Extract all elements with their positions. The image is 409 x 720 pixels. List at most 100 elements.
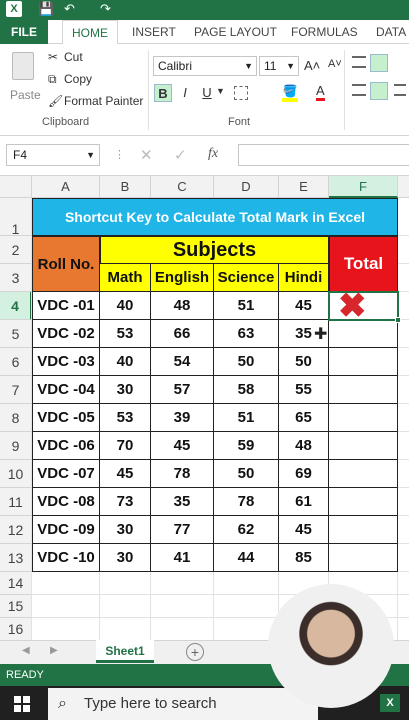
- mark-cell[interactable]: 30: [100, 516, 151, 544]
- mark-cell[interactable]: 50: [214, 460, 279, 488]
- row-header-6[interactable]: 6: [0, 348, 32, 376]
- column-header-d[interactable]: D: [214, 176, 279, 198]
- mark-cell[interactable]: 55: [279, 376, 329, 404]
- format-painter-button[interactable]: Format Painter: [64, 94, 143, 108]
- cut-button[interactable]: Cut: [64, 50, 83, 64]
- total-cell[interactable]: [329, 488, 398, 516]
- mark-cell[interactable]: 45: [100, 460, 151, 488]
- select-all-corner[interactable]: [0, 176, 32, 198]
- mark-cell[interactable]: 63: [214, 320, 279, 348]
- font-color-icon[interactable]: A: [316, 84, 325, 101]
- mark-cell[interactable]: 70: [100, 432, 151, 460]
- align-center-icon[interactable]: [370, 82, 388, 100]
- roll-number-cell[interactable]: VDC -07: [32, 460, 100, 488]
- mark-cell[interactable]: 53: [100, 404, 151, 432]
- roll-number-cell[interactable]: VDC -09: [32, 516, 100, 544]
- mark-cell[interactable]: 51: [214, 292, 279, 320]
- row-header-14[interactable]: 14: [0, 572, 32, 595]
- row-header-2[interactable]: 2: [0, 236, 32, 264]
- mark-cell[interactable]: 78: [214, 488, 279, 516]
- row-header-16[interactable]: 16: [0, 618, 32, 640]
- roll-number-cell[interactable]: VDC -03: [32, 348, 100, 376]
- taskbar-excel-icon[interactable]: X: [380, 694, 400, 712]
- bold-button[interactable]: B: [154, 84, 172, 102]
- mark-cell[interactable]: 69: [279, 460, 329, 488]
- taskbar-search[interactable]: ⌕ Type here to search: [48, 688, 318, 720]
- row-header-13[interactable]: 13: [0, 544, 32, 572]
- insert-function-icon[interactable]: fx: [208, 146, 218, 162]
- total-cell[interactable]: [329, 404, 398, 432]
- formula-input[interactable]: [238, 144, 409, 166]
- roll-number-cell[interactable]: VDC -04: [32, 376, 100, 404]
- align-right-icon[interactable]: [394, 84, 406, 96]
- mark-cell[interactable]: 50: [214, 348, 279, 376]
- mark-cell[interactable]: 41: [151, 544, 214, 572]
- sheet-tab-sheet1[interactable]: Sheet1: [96, 640, 154, 663]
- roll-number-cell[interactable]: VDC -06: [32, 432, 100, 460]
- shrink-font-icon[interactable]: A˅: [328, 58, 342, 70]
- row-header-15[interactable]: 15: [0, 595, 32, 618]
- mark-cell[interactable]: 61: [279, 488, 329, 516]
- align-middle-icon[interactable]: [370, 54, 388, 72]
- copy-button[interactable]: Copy: [64, 72, 92, 86]
- column-header-c[interactable]: C: [151, 176, 214, 198]
- undo-icon[interactable]: ↶: [64, 0, 75, 18]
- name-box[interactable]: F4 ▼: [6, 144, 100, 166]
- tab-home[interactable]: HOME: [62, 20, 118, 45]
- roll-number-cell[interactable]: VDC -01: [32, 292, 100, 320]
- mark-cell[interactable]: 48: [151, 292, 214, 320]
- align-top-icon[interactable]: [352, 56, 366, 68]
- mark-cell[interactable]: 62: [214, 516, 279, 544]
- row-header-9[interactable]: 9: [0, 432, 32, 460]
- roll-number-cell[interactable]: VDC -10: [32, 544, 100, 572]
- row-header-12[interactable]: 12: [0, 516, 32, 544]
- column-header-f[interactable]: F: [329, 176, 398, 198]
- enter-icon[interactable]: ✓: [174, 146, 187, 164]
- scroll-left-icon[interactable]: ◀: [22, 645, 30, 656]
- total-cell[interactable]: [329, 460, 398, 488]
- mark-cell[interactable]: 59: [214, 432, 279, 460]
- column-header-g[interactable]: [398, 176, 409, 198]
- fill-handle[interactable]: [395, 317, 401, 323]
- italic-button[interactable]: I: [176, 84, 194, 102]
- save-icon[interactable]: 💾: [38, 0, 54, 18]
- row-header-10[interactable]: 10: [0, 460, 32, 488]
- mark-cell[interactable]: 48: [279, 432, 329, 460]
- total-cell[interactable]: [329, 516, 398, 544]
- cancel-icon[interactable]: ✕: [140, 146, 153, 164]
- row-header-3[interactable]: 3: [0, 264, 32, 292]
- mark-cell[interactable]: 77: [151, 516, 214, 544]
- font-size-select[interactable]: 11 ▼: [259, 56, 299, 76]
- row-header-1[interactable]: 1: [0, 198, 32, 237]
- mark-cell[interactable]: 30: [100, 544, 151, 572]
- align-left-icon[interactable]: [352, 84, 366, 96]
- mark-cell[interactable]: 85: [279, 544, 329, 572]
- row-header-8[interactable]: 8: [0, 404, 32, 432]
- mark-cell[interactable]: 30: [100, 376, 151, 404]
- tab-page-layout[interactable]: PAGE LAYOUT: [194, 20, 277, 44]
- mark-cell[interactable]: 45: [279, 516, 329, 544]
- underline-button[interactable]: U: [198, 84, 216, 102]
- fill-color-icon[interactable]: 🪣: [282, 84, 298, 102]
- mark-cell[interactable]: 65: [279, 404, 329, 432]
- grow-font-icon[interactable]: A˄: [304, 58, 320, 73]
- scroll-right-icon[interactable]: ▶: [50, 645, 58, 656]
- mark-cell[interactable]: 54: [151, 348, 214, 376]
- mark-cell[interactable]: 40: [100, 348, 151, 376]
- active-cell-f4[interactable]: ✖: [328, 289, 401, 323]
- column-header-b[interactable]: B: [100, 176, 151, 198]
- total-cell[interactable]: [329, 376, 398, 404]
- mark-cell[interactable]: 58: [214, 376, 279, 404]
- row-header-11[interactable]: 11: [0, 488, 32, 516]
- add-sheet-icon[interactable]: +: [186, 643, 204, 661]
- mark-cell[interactable]: 66: [151, 320, 214, 348]
- mark-cell[interactable]: 45: [151, 432, 214, 460]
- mark-cell[interactable]: 78: [151, 460, 214, 488]
- row-header-7[interactable]: 7: [0, 376, 32, 404]
- mark-cell[interactable]: 44: [214, 544, 279, 572]
- mark-cell[interactable]: 35: [151, 488, 214, 516]
- roll-number-cell[interactable]: VDC -08: [32, 488, 100, 516]
- row-header-4[interactable]: 4: [0, 292, 32, 320]
- tab-file[interactable]: FILE: [0, 20, 48, 44]
- mark-cell[interactable]: 53: [100, 320, 151, 348]
